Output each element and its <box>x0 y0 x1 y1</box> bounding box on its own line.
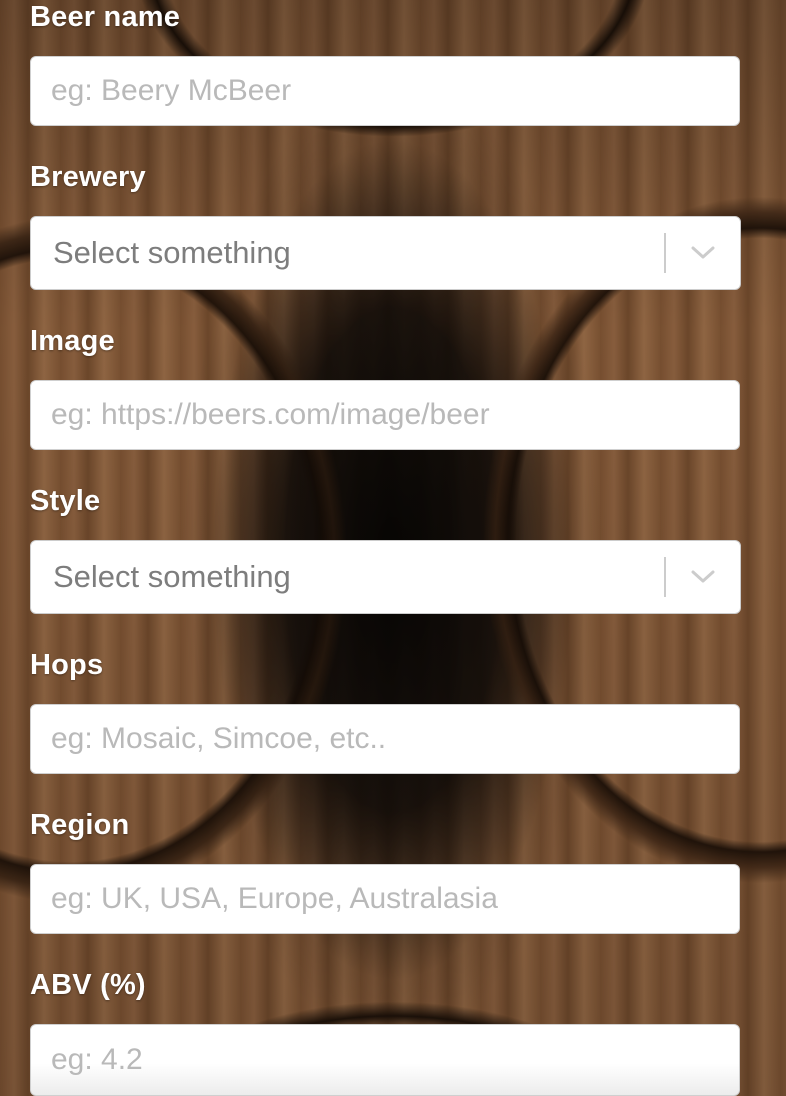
region-input[interactable] <box>30 864 740 934</box>
style-select[interactable]: Select something <box>30 540 741 614</box>
brewery-select[interactable]: Select something <box>30 216 741 290</box>
image-url-input[interactable] <box>30 380 740 450</box>
abv-label: ABV (%) <box>30 969 146 1001</box>
chevron-down-icon[interactable] <box>666 541 740 613</box>
brewery-label: Brewery <box>30 161 146 193</box>
style-label: Style <box>30 485 101 517</box>
beer-name-label: Beer name <box>30 1 181 33</box>
hops-label: Hops <box>30 649 104 681</box>
brewery-select-value: Select something <box>53 235 291 270</box>
abv-input[interactable] <box>30 1024 740 1096</box>
region-label: Region <box>30 809 130 841</box>
beer-name-input[interactable] <box>30 56 740 126</box>
style-select-value: Select something <box>53 559 291 594</box>
hops-input[interactable] <box>30 704 740 774</box>
chevron-down-icon[interactable] <box>666 217 740 289</box>
image-label: Image <box>30 325 115 357</box>
